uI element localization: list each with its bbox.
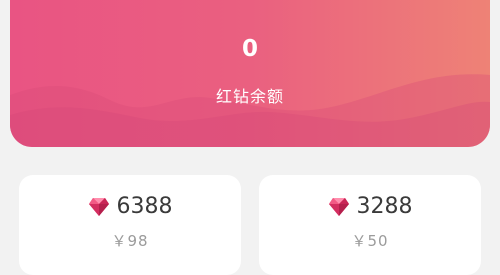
package-card-3288[interactable]: 3288 ￥50 <box>259 175 481 275</box>
package-header: 6388 <box>19 193 241 221</box>
red-diamond-icon <box>88 198 109 216</box>
red-diamond-icon <box>328 198 349 216</box>
package-header: 3288 <box>259 193 481 221</box>
wave-decoration <box>10 74 490 147</box>
balance-amount: 0 <box>241 36 258 62</box>
package-price: ￥50 <box>351 232 389 250</box>
package-amount: 6388 <box>116 194 173 219</box>
package-card-6388[interactable]: 6388 ￥98 <box>19 175 241 275</box>
package-price: ￥98 <box>111 232 149 250</box>
package-amount: 3288 <box>356 194 413 219</box>
balance-card: 0 红钻余额 <box>10 0 490 147</box>
balance-label: 红钻余额 <box>215 87 284 106</box>
